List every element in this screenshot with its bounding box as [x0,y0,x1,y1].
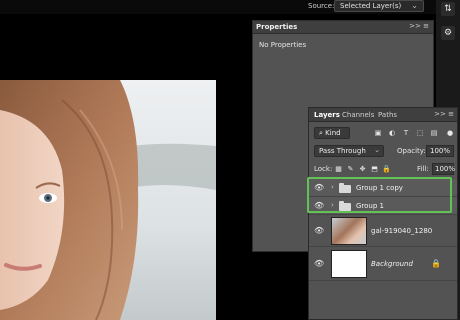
tab-properties[interactable]: Properties [256,23,297,31]
tab-channels[interactable]: Channels [342,111,374,119]
layer-thumbnail [331,250,367,278]
panel-controls[interactable]: >> ≡ [434,110,454,118]
layer-row-image[interactable]: 👁 gal-919040_1280 [309,215,457,247]
adjust-icon[interactable]: ⇅ [441,2,455,16]
layers-tabbar: Layers Channels Paths >> ≡ [309,108,457,122]
opacity-input[interactable]: 100% [426,145,454,157]
no-properties-text: No Properties [259,41,307,49]
layer-name: Background [371,260,413,268]
layer-row-background[interactable]: 👁 Background 🔒 [309,247,457,281]
chevron-down-icon: ⌄ [411,1,418,10]
panel-menu-icon[interactable]: ≡ [423,22,429,30]
layer-filter-row: ⌕ Kind ▣ ◐ T ⬚ ▤ ● [309,127,457,139]
blend-mode-select[interactable]: Pass Through ⌄ [314,145,384,157]
fill-label: Fill: [417,165,429,173]
source-label: Source: [308,2,335,10]
collapse-icon[interactable]: >> [434,110,446,118]
lock-row: Lock: ▦ ✎ ✥ ⬒ 🔒 Fill: 100% [309,163,457,175]
collapse-icon[interactable]: >> [409,22,421,30]
layer-thumbnail [331,217,367,245]
visibility-eye-icon[interactable]: 👁 [314,259,324,269]
lock-label: Lock: [314,165,333,173]
portrait-image [0,80,216,320]
filter-pixel-icon[interactable]: ▣ [373,128,383,138]
filter-kind-select[interactable]: ⌕ Kind [314,127,350,139]
filter-shape-icon[interactable]: ⬚ [415,128,425,138]
tab-paths[interactable]: Paths [378,111,397,119]
tab-layers[interactable]: Layers [314,111,340,119]
filter-kind-label: Kind [325,129,341,137]
properties-tabbar: Properties >> ≡ [253,21,433,34]
properties-icon[interactable]: ⚙ [441,26,455,40]
filter-toggle-icon[interactable]: ● [445,128,455,138]
lock-icon: 🔒 [431,259,441,268]
search-icon: ⌕ [319,129,323,137]
source-select[interactable]: Selected Layer(s) ⌄ [334,0,424,12]
options-bar: Source: Selected Layer(s) ⌄ [0,0,460,14]
lock-artboard-icon[interactable]: ⬒ [370,164,379,174]
lock-pixels-icon[interactable]: ✎ [346,164,355,174]
panel-controls[interactable]: >> ≡ [409,22,429,30]
lock-transparent-icon[interactable]: ▦ [334,164,343,174]
lock-all-icon[interactable]: 🔒 [382,164,391,174]
filter-type-icon[interactable]: T [401,128,411,138]
fill-input[interactable]: 100% [432,163,455,175]
document-canvas[interactable] [0,80,216,320]
layers-panel: Layers Channels Paths >> ≡ ⌕ Kind ▣ ◐ T … [308,107,458,320]
source-value: Selected Layer(s) [340,2,402,10]
blend-row: Pass Through ⌄ Opacity: 100% [309,145,457,157]
opacity-label: Opacity: [397,147,426,155]
layer-name: gal-919040_1280 [371,227,433,235]
panel-menu-icon[interactable]: ≡ [448,110,454,118]
filter-adjustment-icon[interactable]: ◐ [387,128,397,138]
chevron-down-icon: ⌄ [374,146,380,154]
selection-highlight [307,177,452,213]
blend-mode-value: Pass Through [319,147,366,155]
visibility-eye-icon[interactable]: 👁 [314,226,324,236]
lock-position-icon[interactable]: ✥ [358,164,367,174]
filter-smart-object-icon[interactable]: ▤ [429,128,439,138]
